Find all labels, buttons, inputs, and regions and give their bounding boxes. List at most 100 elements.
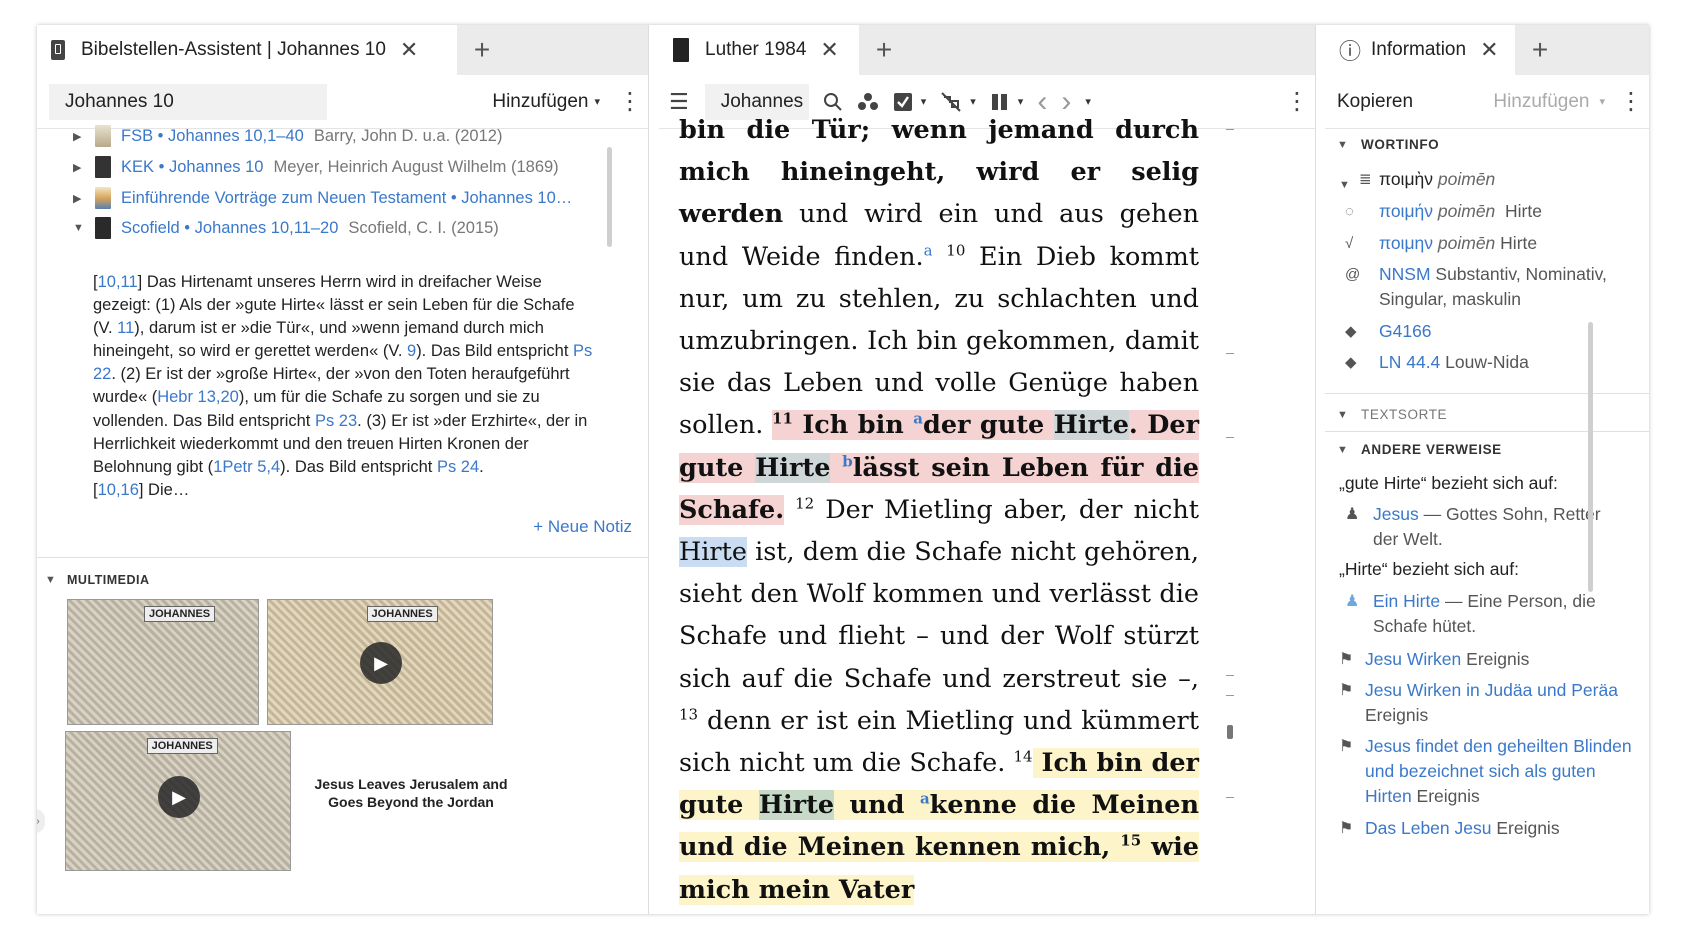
verse-link[interactable]: Ps 23 — [315, 412, 357, 430]
expand-triangle-icon[interactable]: ▶ — [73, 130, 95, 143]
close-icon[interactable]: ✕ — [820, 39, 838, 61]
event-type: Ereignis — [1411, 786, 1480, 806]
resource-row[interactable]: ▶ Einführende Vorträge zum Neuen Testame… — [73, 183, 572, 213]
verse-link[interactable]: Hebr 13,20 — [157, 388, 239, 406]
resource-row[interactable]: ▶ FSB • Johannes 10,1–40 Barry, John D. … — [73, 121, 502, 151]
resource-row[interactable]: ▶ KEK • Johannes 10 Meyer, Heinrich Augu… — [73, 152, 559, 182]
tab-information[interactable]: ⓘ Information ✕ — [1325, 25, 1515, 75]
video-thumbnail[interactable]: JOHANNES ▶ — [65, 731, 291, 871]
verse-link[interactable]: 10,11 — [98, 273, 138, 291]
expand-triangle-icon[interactable]: ▶ — [73, 192, 95, 205]
collapse-triangle-icon: ▼ — [1337, 443, 1349, 456]
selected-word[interactable]: Hirte — [758, 790, 835, 821]
event-link[interactable]: Jesu Wirken in Judäa und Peräa — [1365, 680, 1618, 700]
footnote-marker[interactable]: a — [920, 790, 930, 808]
collapse-triangle-icon[interactable]: ▼ — [1339, 173, 1359, 198]
multimedia-header[interactable]: ▼ MULTIMEDIA — [45, 573, 150, 587]
tab-title: Bibelstellen-Assistent | Johannes 10 — [81, 39, 386, 60]
tab-passage-guide[interactable]: Bibelstellen-Assistent | Johannes 10 ✕ — [37, 25, 457, 75]
morphology-link[interactable]: NNSM — [1379, 264, 1431, 284]
verse-text: Ich bin — [792, 410, 914, 441]
verweise-header[interactable]: ▼ ANDERE VERWEISE — [1337, 442, 1502, 457]
person-icon: ♟ — [1345, 506, 1360, 523]
close-icon[interactable]: ✕ — [400, 39, 418, 61]
new-note-button[interactable]: + Neue Notiz — [533, 517, 632, 537]
louw-nida-link[interactable]: LN 44.4 — [1379, 352, 1440, 372]
add-tab-button[interactable]: + — [457, 25, 507, 75]
root-icon: √ — [1345, 235, 1354, 252]
event-row: ⚑ Jesus findet den geheilten Blinden und… — [1339, 734, 1639, 809]
tab-luther-1984[interactable]: Luther 1984 ✕ — [659, 25, 859, 75]
lemma-link[interactable]: ποιμήν — [1379, 201, 1433, 221]
collapse-triangle-icon: ▼ — [45, 574, 57, 586]
scrollbar[interactable] — [1588, 322, 1593, 592]
add-tab-button[interactable]: + — [859, 25, 909, 75]
section-title: WORTINFO — [1361, 137, 1440, 152]
footnote-marker[interactable]: b — [842, 452, 853, 470]
verse-link[interactable]: Ps 24 — [437, 458, 479, 476]
resource-row[interactable]: ▼ Scofield • Johannes 10,11–20 Scofield,… — [73, 213, 499, 243]
history-dropdown-icon[interactable]: ▾ — [1085, 95, 1091, 108]
event-link[interactable]: Jesu Wirken — [1365, 649, 1461, 669]
divider — [37, 557, 648, 558]
verse-link[interactable]: 1Petr 5,4 — [213, 458, 280, 476]
person-link[interactable]: Ein Hirte — [1373, 591, 1440, 611]
selected-word[interactable]: Hirte — [679, 537, 747, 568]
note-text: ] Die… — [138, 480, 190, 499]
add-dropdown[interactable]: Hinzufügen ▾ — [1493, 91, 1605, 113]
resource-link[interactable]: KEK • Johannes 10 — [121, 158, 263, 177]
event-link[interactable]: Das Leben Jesu — [1365, 818, 1491, 838]
copy-button[interactable]: Kopieren — [1337, 91, 1413, 113]
root-link[interactable]: ποιμην — [1379, 233, 1433, 253]
tab-bar: Luther 1984 ✕ + — [659, 25, 1315, 75]
wortinfo-header[interactable]: ▼ WORTINFO — [1337, 137, 1439, 152]
thumbnail-label: JOHANNES — [366, 606, 438, 622]
video-caption[interactable]: Jesus Leaves Jerusalem and Goes Beyond t… — [303, 775, 519, 811]
expand-triangle-icon[interactable]: ▶ — [73, 161, 95, 174]
tab-bar: Bibelstellen-Assistent | Johannes 10 ✕ + — [37, 25, 648, 75]
footnote-marker[interactable]: a — [924, 241, 933, 259]
add-tab-button[interactable]: + — [1515, 25, 1565, 75]
word-info-row: ◆ G4166 — [1345, 319, 1432, 344]
diamond-icon: ◆ — [1345, 354, 1357, 371]
flag-icon: ⚑ — [1339, 682, 1354, 699]
event-type: Ereignis — [1461, 649, 1530, 669]
play-icon[interactable]: ▶ — [360, 642, 402, 684]
scroll-thumb[interactable] — [1227, 725, 1233, 739]
resource-link[interactable]: Einführende Vorträge zum Neuen Testament… — [121, 189, 572, 208]
resource-link[interactable]: Scofield • Johannes 10,11–20 — [121, 219, 338, 238]
more-menu-icon[interactable]: ⋮ — [1285, 89, 1309, 114]
collapse-triangle-icon: ▼ — [1337, 138, 1349, 151]
textsorte-header[interactable]: ▼ TEXTSORTE — [1337, 407, 1447, 422]
word-info-row: @ NNSM Substantiv, Nominativ, Singular, … — [1345, 262, 1635, 312]
video-thumbnail[interactable]: JOHANNES ▶ — [267, 599, 493, 725]
event-link[interactable]: Jesus findet den geheilten Blinden und b… — [1365, 736, 1632, 806]
scroll-marker — [1226, 437, 1234, 438]
more-menu-icon[interactable]: ⋮ — [618, 89, 642, 114]
verse-link[interactable]: 10,16 — [98, 481, 139, 499]
resource-meta: Scofield, C. I. (2015) — [348, 218, 499, 237]
verse-link[interactable]: 9 — [407, 342, 416, 360]
add-dropdown[interactable]: Hinzufügen ▾ — [492, 91, 600, 113]
scroll-marker — [1226, 675, 1234, 676]
resource-link[interactable]: FSB • Johannes 10,1–40 — [121, 127, 304, 146]
verse-text: Der Mietling aber, der nicht — [814, 494, 1199, 525]
person-link[interactable]: Jesus — [1373, 504, 1419, 524]
caret-down-icon[interactable]: ▾ — [921, 95, 927, 108]
play-icon[interactable]: ▶ — [158, 776, 200, 818]
strong-number-link[interactable]: G4166 — [1379, 321, 1432, 341]
collapse-triangle-icon[interactable]: ▼ — [73, 222, 95, 234]
more-menu-icon[interactable]: ⋮ — [1619, 89, 1643, 114]
scroll-marker — [1226, 353, 1234, 354]
reference-input[interactable]: Johannes 10 — [49, 83, 327, 120]
close-icon[interactable]: ✕ — [1480, 39, 1498, 61]
map-thumbnail[interactable]: JOHANNES — [67, 599, 259, 725]
caret-down-icon[interactable]: ▾ — [1018, 95, 1024, 108]
selected-word[interactable]: Hirte — [755, 452, 831, 483]
verse-link[interactable]: 11 — [117, 319, 134, 337]
person-icon: ♟ — [1345, 593, 1360, 610]
footnote-marker[interactable]: a — [913, 410, 923, 428]
caret-down-icon[interactable]: ▾ — [970, 95, 976, 108]
scrollbar[interactable] — [607, 147, 612, 247]
selected-word[interactable]: Hirte — [1053, 410, 1129, 441]
